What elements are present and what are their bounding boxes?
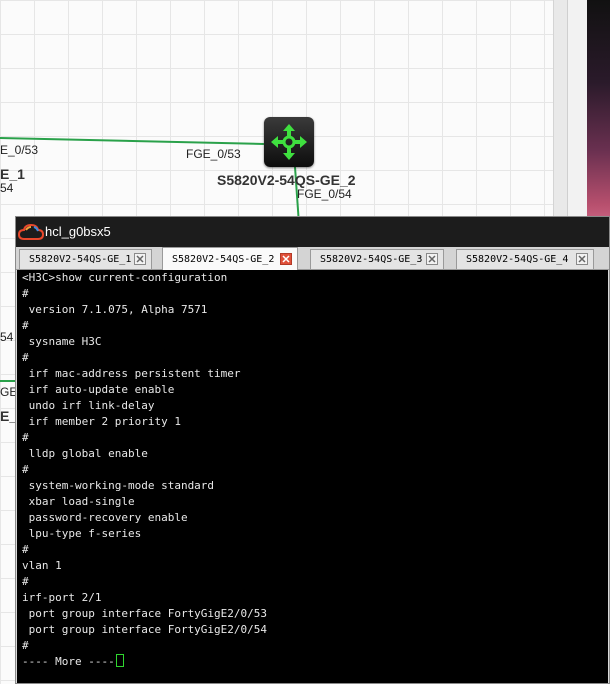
terminal-line: port group interface FortyGigE2/0/53 (22, 607, 268, 620)
more-prompt: ---- More ---- (22, 654, 124, 670)
terminal-line: password-recovery enable (22, 511, 188, 524)
terminal-line: irf mac-address persistent timer (22, 367, 241, 380)
window-title: hcl_g0bsx5 (45, 224, 111, 239)
terminal-line: vlan 1 (22, 559, 62, 572)
terminal-line: # (22, 543, 29, 556)
close-icon[interactable] (426, 253, 438, 265)
terminal-line: <H3C>show current-configuration (22, 271, 228, 284)
terminal-line: # (22, 319, 29, 332)
left-device-name: E_1 (0, 166, 25, 182)
tab-bar: S5820V2-54QS-GE_1 S5820V2-54QS-GE_2 S582… (16, 247, 609, 270)
terminal-line: # (22, 639, 29, 652)
tab-label: S5820V2-54QS-GE_2 (172, 254, 275, 265)
terminal-line: # (22, 287, 29, 300)
link-left-lower (0, 380, 15, 382)
close-icon[interactable] (576, 253, 588, 265)
more-text: ---- More ---- (22, 655, 115, 668)
port-label-left: E_0/53 (0, 143, 39, 157)
terminal-line: # (22, 351, 29, 364)
terminal-window: hcl_g0bsx5 S5820V2-54QS-GE_1 S5820V2-54Q… (15, 216, 610, 684)
terminal-line: sysname H3C (22, 335, 102, 348)
terminal-line: irf member 2 priority 1 (22, 415, 181, 428)
tab-label: S5820V2-54QS-GE_3 (320, 254, 423, 265)
close-icon[interactable] (134, 253, 146, 265)
port-label-fge54: FGE_0/54 (297, 187, 352, 201)
port-label-fge53: FGE_0/53 (186, 147, 241, 161)
terminal-line: irf-port 2/1 (22, 591, 102, 604)
cloud-icon (18, 223, 44, 240)
left-port-partial-2: 54 (0, 330, 14, 344)
terminal-line: # (22, 431, 29, 444)
close-icon[interactable] (280, 253, 292, 265)
terminal-line: system-working-mode standard (22, 479, 215, 492)
tab-ge-1[interactable]: S5820V2-54QS-GE_1 (19, 249, 152, 269)
terminal-line: # (22, 575, 29, 588)
tab-ge-3[interactable]: S5820V2-54QS-GE_3 (310, 249, 444, 269)
tab-label: S5820V2-54QS-GE_4 (466, 254, 569, 265)
terminal-line: # (22, 463, 29, 476)
terminal-output[interactable]: # port group interface FortyGigE2/0/54 p… (17, 270, 608, 683)
canvas-scrollbar[interactable] (553, 0, 568, 230)
switch-arrows-icon (271, 124, 307, 160)
terminal-line: xbar load-single (22, 495, 135, 508)
terminal-line: undo irf link-delay (22, 399, 155, 412)
switch-device[interactable] (264, 117, 314, 167)
device-name-label[interactable]: S5820V2-54QS-GE_2 (217, 172, 356, 188)
terminal-titlebar[interactable]: hcl_g0bsx5 (16, 217, 609, 247)
terminal-line: lpu-type f-series (22, 527, 142, 540)
terminal-line: port group interface FortyGigE2/0/54 (22, 623, 268, 636)
tab-ge-4[interactable]: S5820V2-54QS-GE_4 (456, 249, 594, 269)
tab-ge-2[interactable]: S5820V2-54QS-GE_2 (162, 247, 298, 270)
terminal-line: version 7.1.075, Alpha 7571 (22, 303, 208, 316)
terminal-line: lldp global enable (22, 447, 148, 460)
terminal-line: irf auto-update enable (22, 383, 175, 396)
left-port-partial-1: 54 (0, 181, 14, 195)
text-cursor (115, 654, 124, 667)
tab-label: S5820V2-54QS-GE_1 (29, 254, 132, 265)
